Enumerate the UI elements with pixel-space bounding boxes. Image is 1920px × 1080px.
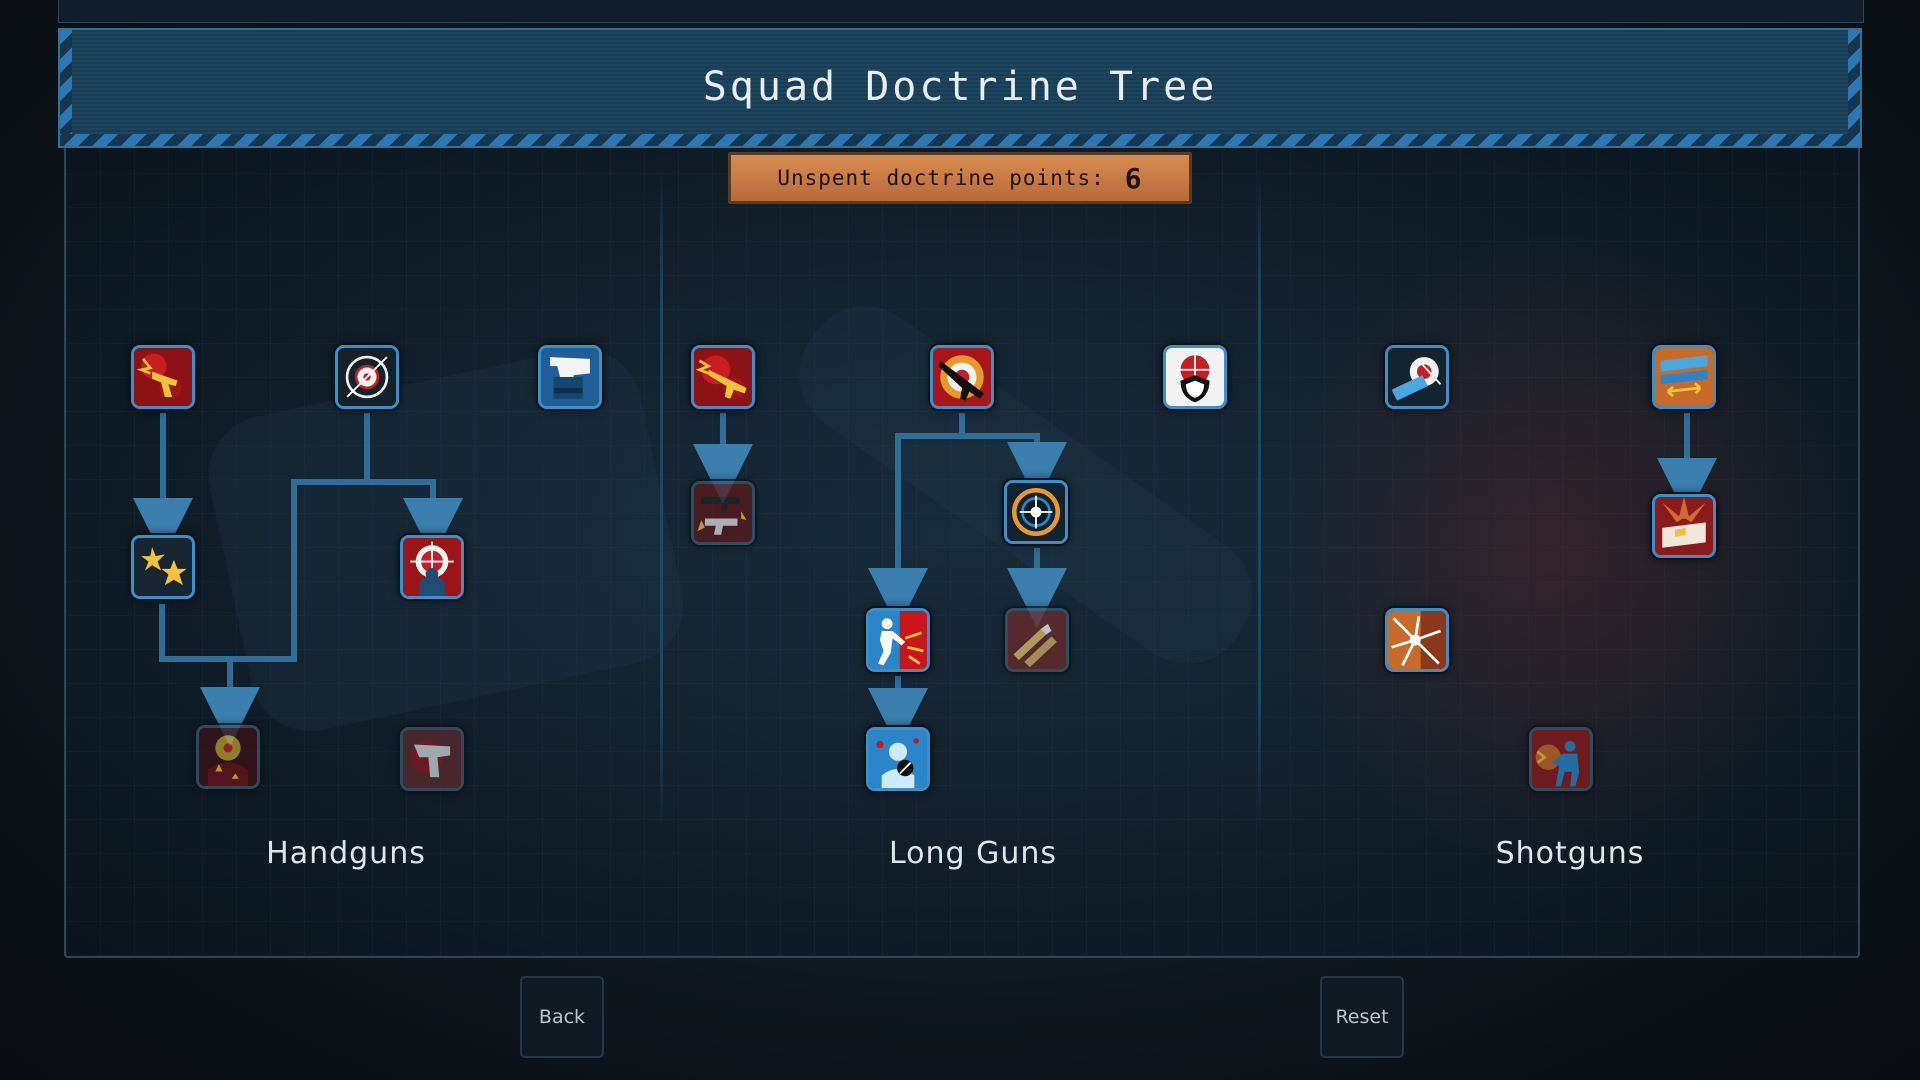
skill-pistol-silhouette[interactable] [400, 727, 464, 791]
skill-shooter[interactable] [1529, 727, 1593, 791]
skill-kick[interactable] [866, 608, 930, 672]
weapon-swap-icon [694, 484, 752, 542]
skill-gunfire-rifle[interactable] [691, 345, 755, 409]
sparks-icon [134, 538, 192, 596]
skill-bullets[interactable] [1005, 608, 1069, 672]
ammo-box-icon [1655, 497, 1713, 555]
category-long-guns: Long Guns [888, 836, 1058, 871]
bullets-icon [1008, 611, 1066, 669]
shell-target-icon [1388, 348, 1446, 406]
breach-door-icon [1388, 611, 1446, 669]
gunfire-pistol-icon [134, 348, 192, 406]
skill-ammo-box[interactable] [1652, 494, 1716, 558]
skill-breach-door[interactable] [1385, 608, 1449, 672]
skill-shield-target[interactable] [1163, 345, 1227, 409]
skill-stun[interactable] [866, 727, 930, 791]
skill-rifle-target[interactable] [930, 345, 994, 409]
shield-target-icon [1166, 348, 1224, 406]
skill-shell-target[interactable] [1385, 345, 1449, 409]
skill-target-soldier[interactable] [400, 535, 464, 599]
skill-crosshair[interactable] [335, 345, 399, 409]
target-soldier-icon [403, 538, 461, 596]
holster-pistol-icon [541, 348, 599, 406]
back-button[interactable]: Back [520, 976, 604, 1058]
connector [868, 413, 965, 628]
skill-hit-target[interactable] [196, 725, 260, 789]
rifle-target-icon [933, 348, 991, 406]
skill-gunfire-pistol[interactable] [131, 345, 195, 409]
connector [159, 413, 370, 662]
skill-connectors [133, 413, 1717, 748]
hit-target-icon [199, 728, 257, 786]
skill-weapon-swap[interactable] [691, 481, 755, 545]
kick-icon [869, 611, 927, 669]
shotgun-shells-icon [1655, 348, 1713, 406]
crosshair-icon [338, 348, 396, 406]
category-shotguns: Shotguns [1495, 836, 1645, 871]
connector [367, 479, 463, 558]
gunfire-rifle-icon [694, 348, 752, 406]
reset-button[interactable]: Reset [1320, 976, 1404, 1058]
scope-icon [1007, 483, 1065, 541]
category-handguns: Handguns [266, 836, 426, 871]
skill-scope[interactable] [1004, 480, 1068, 544]
shooter-icon [1532, 730, 1590, 788]
skill-holster-pistol[interactable] [538, 345, 602, 409]
skill-shotgun-shells[interactable] [1652, 345, 1716, 409]
stun-icon [869, 730, 927, 788]
pistol-silhouette-icon [403, 730, 461, 788]
skill-sparks[interactable] [131, 535, 195, 599]
connector [962, 433, 1067, 502]
